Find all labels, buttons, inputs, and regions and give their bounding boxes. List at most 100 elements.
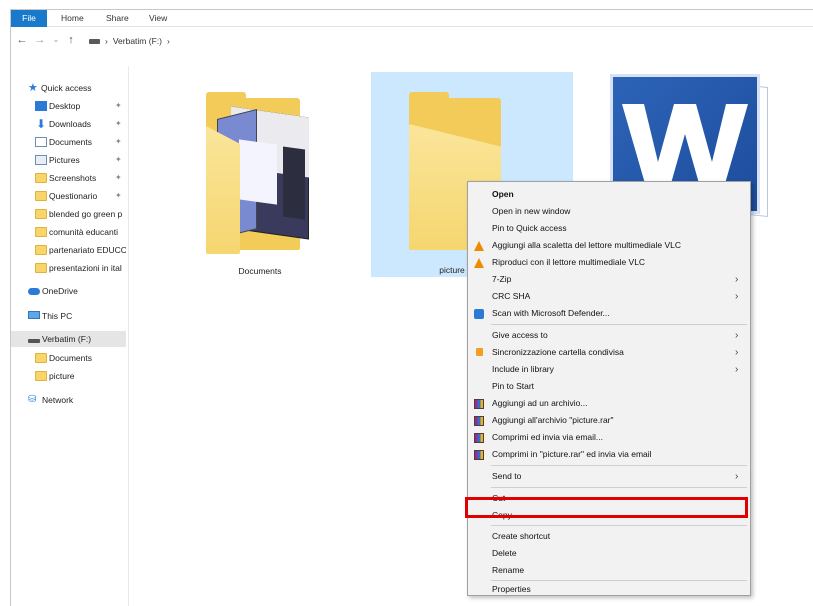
- menu-item-open-new-window[interactable]: Open in new window: [469, 203, 749, 220]
- network-icon: ⛁: [28, 394, 37, 405]
- submenu-chevron-icon: ›: [735, 274, 739, 285]
- menu-item-defender-scan[interactable]: Scan with Microsoft Defender...: [469, 305, 749, 322]
- menu-separator: [491, 324, 747, 325]
- menu-item-rar-compress-picture-email[interactable]: Comprimi in "picture.rar" ed invia via e…: [469, 446, 749, 463]
- folder-icon: [35, 263, 47, 273]
- nav-this-pc[interactable]: This PC: [11, 308, 126, 324]
- address-bar[interactable]: › Verbatim (F:) ›: [89, 34, 175, 48]
- drive-icon: [89, 39, 100, 45]
- nav-onedrive[interactable]: OneDrive: [11, 283, 126, 299]
- menu-item-include-library[interactable]: Include in library ›: [469, 361, 749, 378]
- nav-downloads[interactable]: ⬇ Downloads ✦: [11, 116, 126, 132]
- download-icon: ⬇: [35, 117, 47, 131]
- menu-item-vlc-add-playlist[interactable]: Aggiungi alla scaletta del lettore multi…: [469, 237, 749, 254]
- nav-desktop[interactable]: Desktop ✦: [11, 98, 126, 114]
- folder-tile-documents[interactable]: Documents: [159, 64, 361, 276]
- nav-verbatim-drive[interactable]: Verbatim (F:): [11, 331, 126, 347]
- forward-arrow-icon[interactable]: →: [33, 33, 47, 47]
- nav-screenshots[interactable]: Screenshots ✦: [11, 170, 126, 186]
- pin-icon: ✦: [115, 137, 122, 146]
- back-arrow-icon[interactable]: ←: [15, 33, 29, 47]
- menu-item-rar-add-archive[interactable]: Aggiungi ad un archivio...: [469, 395, 749, 412]
- address-separator: ›: [166, 36, 170, 46]
- menu-item-sync-shared-folder[interactable]: Sincronizzazione cartella condivisa ›: [469, 344, 749, 361]
- folder-icon: [35, 371, 47, 381]
- context-menu: Open Open in new window Pin to Quick acc…: [467, 181, 751, 596]
- nav-pictures[interactable]: Pictures ✦: [11, 152, 126, 168]
- winrar-icon: [474, 433, 484, 443]
- winrar-icon: [474, 416, 484, 426]
- folder-icon: [35, 245, 47, 255]
- submenu-chevron-icon: ›: [735, 291, 739, 302]
- folder-icon: [35, 209, 47, 219]
- pin-icon: ✦: [115, 173, 122, 182]
- documents-icon: [35, 137, 47, 147]
- nav-network[interactable]: ⛁ Network: [11, 392, 126, 408]
- folder-icon: [35, 353, 47, 363]
- submenu-chevron-icon: ›: [735, 347, 739, 358]
- folder-icon: [35, 173, 47, 183]
- drive-icon: [28, 339, 40, 343]
- nav-drive-picture[interactable]: picture: [11, 368, 126, 384]
- menu-separator: [491, 465, 747, 466]
- navigation-pane: ★ Quick access Desktop ✦ ⬇ Downloads ✦ D…: [11, 66, 129, 606]
- menu-item-rar-add-picture[interactable]: Aggiungi all'archivio "picture.rar": [469, 412, 749, 429]
- submenu-chevron-icon: ›: [735, 471, 739, 482]
- desktop-icon: [35, 101, 47, 111]
- address-row: ← → ⌄ ↑ › Verbatim (F:) ›: [11, 29, 813, 53]
- tab-file[interactable]: File: [11, 10, 47, 27]
- folder-label: Documents: [238, 266, 282, 276]
- sync-icon: [476, 348, 483, 356]
- nav-quick-access[interactable]: ★ Quick access: [11, 80, 126, 96]
- menu-item-create-shortcut[interactable]: Create shortcut: [469, 528, 749, 545]
- star-icon: ★: [28, 82, 38, 94]
- tab-home[interactable]: Home: [53, 10, 92, 27]
- menu-item-give-access[interactable]: Give access to ›: [469, 327, 749, 344]
- pin-icon: ✦: [115, 155, 122, 164]
- menu-separator: [491, 487, 747, 488]
- tab-share[interactable]: Share: [98, 10, 137, 27]
- nav-recent-folder[interactable]: presentazioni in ital: [11, 260, 126, 276]
- submenu-chevron-icon: ›: [735, 364, 739, 375]
- menu-item-7zip[interactable]: 7-Zip ›: [469, 271, 749, 288]
- folder-with-preview-icon: [159, 64, 361, 264]
- nav-recent-folder[interactable]: comunità educanti: [11, 224, 126, 240]
- address-separator: ›: [105, 36, 108, 46]
- pin-icon: ✦: [115, 119, 122, 128]
- menu-item-rar-compress-email[interactable]: Comprimi ed invia via email...: [469, 429, 749, 446]
- menu-item-rename[interactable]: Rename: [469, 562, 749, 579]
- menu-item-crc-sha[interactable]: CRC SHA ›: [469, 288, 749, 305]
- menu-item-open[interactable]: Open: [469, 186, 749, 203]
- menu-item-vlc-play[interactable]: Riproduci con il lettore multimediale VL…: [469, 254, 749, 271]
- recent-locations-chevron-icon[interactable]: ⌄: [49, 33, 63, 47]
- computer-icon: [28, 311, 40, 319]
- pin-icon: ✦: [115, 191, 122, 200]
- menu-item-delete[interactable]: Delete: [469, 545, 749, 562]
- menu-item-pin-start[interactable]: Pin to Start: [469, 378, 749, 395]
- breadcrumb-verbatim[interactable]: Verbatim (F:): [113, 36, 162, 46]
- vlc-icon: [474, 241, 484, 251]
- up-arrow-icon[interactable]: ↑: [64, 33, 78, 47]
- ribbon: File Home Share View: [11, 10, 813, 27]
- submenu-chevron-icon: ›: [735, 330, 739, 341]
- nav-questionario[interactable]: Questionario ✦: [11, 188, 126, 204]
- folder-icon: [35, 191, 47, 201]
- vlc-icon: [474, 258, 484, 268]
- pin-icon: ✦: [115, 101, 122, 110]
- cloud-icon: [28, 288, 40, 295]
- nav-drive-documents[interactable]: Documents: [11, 350, 126, 366]
- menu-separator: [491, 525, 747, 526]
- nav-recent-folder[interactable]: blended go green p: [11, 206, 126, 222]
- nav-recent-folder[interactable]: partenariato EDUCC: [11, 242, 126, 258]
- pictures-icon: [35, 155, 47, 165]
- nav-documents[interactable]: Documents ✦: [11, 134, 126, 150]
- tab-view[interactable]: View: [141, 10, 175, 27]
- folder-icon: [35, 227, 47, 237]
- menu-item-pin-quick-access[interactable]: Pin to Quick access: [469, 220, 749, 237]
- copy-highlight-box: [465, 497, 748, 518]
- winrar-icon: [474, 450, 484, 460]
- menu-item-properties[interactable]: Properties: [469, 581, 749, 598]
- winrar-icon: [474, 399, 484, 409]
- shield-icon: [474, 309, 484, 319]
- menu-item-send-to[interactable]: Send to ›: [469, 468, 749, 485]
